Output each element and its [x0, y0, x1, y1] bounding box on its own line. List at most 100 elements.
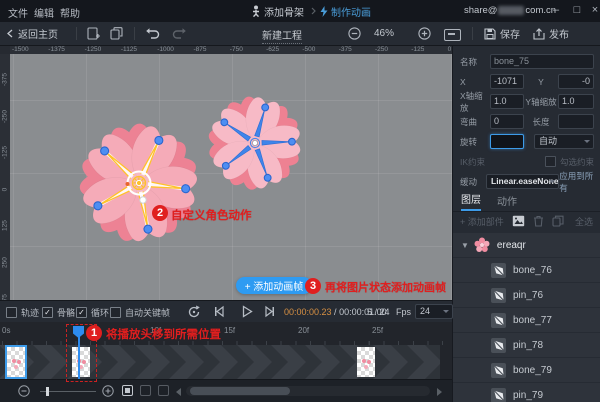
timeline-scrollbar[interactable]: [186, 386, 430, 396]
project-name[interactable]: 新建工程: [262, 27, 302, 44]
timeline-track[interactable]: [0, 345, 452, 379]
easing-select[interactable]: Linear.easeNone: [486, 174, 560, 189]
image-button[interactable]: [512, 215, 525, 227]
checkbox-icon[interactable]: ✓: [76, 307, 87, 318]
layer-item-label: bone_76: [513, 264, 552, 276]
back-home-button[interactable]: 返回主页: [7, 22, 58, 45]
flower-part-icon: [474, 237, 490, 253]
h-ruler-label: 0: [447, 46, 452, 53]
save-button[interactable]: 保存: [484, 22, 520, 45]
paste-keyframe-button[interactable]: [140, 385, 151, 396]
lightning-icon: [320, 5, 328, 17]
bone-icon: [491, 387, 506, 402]
step-make-animation[interactable]: 制作动画: [331, 4, 371, 19]
zoom-out-icon: [348, 27, 361, 40]
apply-to-all-link[interactable]: 应用到所有: [559, 170, 594, 194]
scale-y-input[interactable]: 1.0: [558, 94, 594, 109]
annotation-3-badge: 3: [305, 278, 321, 294]
step-add-skeleton[interactable]: 添加骨架: [264, 4, 304, 19]
duplicate-button[interactable]: [110, 22, 123, 45]
delete-keyframe-button[interactable]: [158, 385, 169, 396]
timeline-ruler[interactable]: 0s5f10f15f20f25f: [0, 322, 452, 345]
add-animation-frame-button[interactable]: + 添加动画帧: [236, 277, 312, 294]
h-ruler-label: -1000: [157, 46, 174, 53]
scale-x-input[interactable]: 1.0: [490, 94, 524, 109]
maximize-button[interactable]: □: [570, 3, 584, 18]
y-input[interactable]: -0: [558, 74, 594, 89]
h-ruler-label: -1500: [12, 46, 29, 53]
ik-checkbox[interactable]: [544, 156, 556, 167]
copy-frame-button[interactable]: [552, 215, 564, 227]
layer-item-row[interactable]: pin_78: [453, 333, 600, 357]
publish-button[interactable]: 发布: [533, 22, 569, 45]
prev-frame-button[interactable]: [213, 305, 226, 318]
toggle-循环[interactable]: ✓ 循环: [76, 306, 109, 319]
toggle-label: 骨骼: [57, 308, 76, 318]
scroll-right-arrow[interactable]: [437, 388, 442, 396]
length-input[interactable]: [558, 114, 594, 129]
time-separator: /: [331, 307, 340, 317]
add-part-button[interactable]: + 添加部件: [460, 215, 504, 228]
next-frame-button[interactable]: [263, 305, 276, 318]
v-ruler-label: -250: [1, 109, 9, 123]
bend-label: 弯曲: [460, 116, 478, 127]
layer-item-row[interactable]: pin_76: [453, 283, 600, 307]
h-ruler-label: -625: [266, 46, 280, 53]
rotation-mode-select[interactable]: 自动: [534, 134, 594, 149]
ik-check-label: 勾选约束: [559, 156, 594, 167]
fit-screen-button[interactable]: [444, 29, 461, 41]
layer-item-label: pin_78: [513, 339, 544, 351]
restart-icon: [188, 305, 200, 318]
bend-input[interactable]: 0: [490, 114, 524, 129]
layer-item-row[interactable]: bone_79: [453, 358, 600, 382]
x-label: X: [460, 76, 466, 87]
layer-root-row[interactable]: ▼ ereaqr: [453, 233, 600, 257]
layer-item-row[interactable]: pin_79: [453, 383, 600, 402]
timeline-zoom-out-button[interactable]: [18, 385, 30, 397]
zoom-out-button[interactable]: [348, 22, 361, 45]
canvas-area[interactable]: -1500 -1375 -1250 -1125 -1000 -875 -750 -625 -50…: [0, 46, 452, 300]
layer-item-row[interactable]: bone_76: [453, 258, 600, 282]
keyframe-5[interactable]: [72, 347, 90, 377]
timeline-zoom-in-button[interactable]: [102, 385, 114, 397]
keyframe-24[interactable]: [357, 347, 375, 377]
checkbox-icon[interactable]: ✓: [42, 307, 53, 318]
tab-actions[interactable]: 动作: [497, 193, 517, 211]
stage-grid[interactable]: [10, 54, 452, 300]
name-input[interactable]: bone_75: [490, 54, 594, 69]
x-input[interactable]: -1071: [490, 74, 524, 89]
toggle-骨骼[interactable]: ✓ 骨骼: [42, 306, 75, 319]
fps-select[interactable]: 24: [415, 304, 453, 319]
timeline-scrollbar-thumb[interactable]: [190, 387, 290, 395]
zoom-level[interactable]: 46%: [374, 28, 394, 39]
checkbox-icon[interactable]: [6, 307, 17, 318]
toggle-自动关键帧[interactable]: 自动关键帧: [110, 306, 170, 319]
h-ruler-label: -500: [302, 46, 316, 53]
select-all-button[interactable]: 全选: [575, 215, 593, 228]
close-button[interactable]: ×: [588, 3, 600, 18]
keyframe-0[interactable]: [5, 345, 27, 379]
new-file-button[interactable]: [87, 22, 100, 45]
toggle-轨迹[interactable]: 轨迹: [6, 306, 39, 319]
tab-layers[interactable]: 图层: [461, 191, 481, 211]
menu-edit[interactable]: 编辑: [34, 5, 54, 20]
menu-help[interactable]: 帮助: [60, 5, 80, 20]
v-ruler-label: -375: [1, 73, 9, 87]
copy-keyframe-button[interactable]: [122, 385, 133, 396]
account-redacted: [498, 6, 525, 15]
minimize-button[interactable]: –: [549, 3, 563, 18]
rotation-input[interactable]: [490, 134, 524, 149]
undo-button[interactable]: [146, 22, 160, 45]
redo-button[interactable]: [172, 22, 186, 45]
scroll-left-arrow[interactable]: [176, 388, 181, 396]
checkbox-icon[interactable]: [110, 307, 121, 318]
layer-item-row[interactable]: bone_77: [453, 308, 600, 332]
toggle-label: 自动关键帧: [125, 308, 171, 318]
delete-button[interactable]: [533, 215, 544, 227]
restart-button[interactable]: [187, 305, 201, 318]
play-button[interactable]: [241, 305, 253, 318]
menu-file[interactable]: 文件: [8, 5, 28, 20]
timeline-zoom-handle[interactable]: [46, 387, 49, 396]
zoom-in-button[interactable]: [418, 22, 431, 45]
properties-panel: 名称 bone_75 X -1071 Y -0 X轴缩放 1.0 Y轴缩放 1.…: [452, 46, 600, 402]
